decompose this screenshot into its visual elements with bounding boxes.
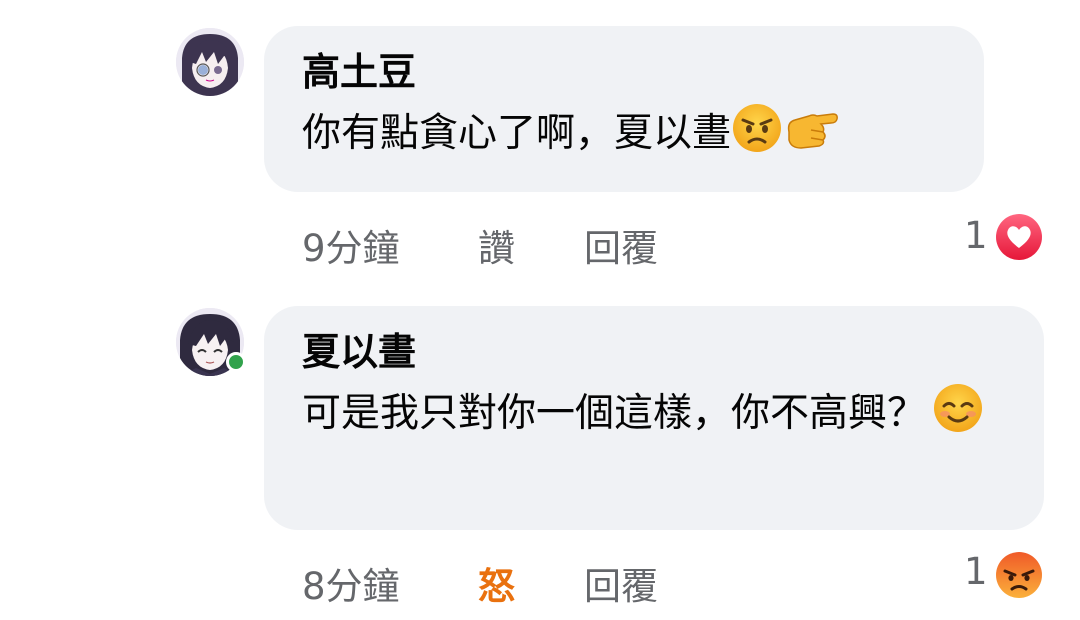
comment: 夏以晝 可是我只對你一個這樣，你不高興？ 8分鐘 怒 回覆 1 bbox=[0, 290, 1080, 620]
reaction-count: 1 bbox=[964, 550, 988, 593]
comment-bubble[interactable]: 夏以晝 可是我只對你一個這樣，你不高興？ bbox=[264, 306, 1044, 530]
comment-text: 你有點貪心了啊，夏以晝 bbox=[302, 102, 944, 165]
pointing-hand-emoji-icon bbox=[783, 102, 839, 154]
like-button[interactable]: 讚 bbox=[478, 218, 515, 272]
avatar-image bbox=[176, 28, 244, 96]
angry-reaction-icon bbox=[994, 550, 1044, 600]
reaction-summary[interactable]: 1 bbox=[964, 214, 1054, 264]
heart-reaction-icon bbox=[994, 212, 1044, 262]
comment-author[interactable]: 夏以晝 bbox=[302, 326, 1004, 378]
reaction-count: 1 bbox=[964, 214, 988, 257]
comment-text-content: 你有點貪心了啊，夏以晝 bbox=[302, 111, 732, 156]
comment-bubble[interactable]: 高土豆 你有點貪心了啊，夏以晝 bbox=[264, 26, 984, 192]
comment-timestamp[interactable]: 9分鐘 bbox=[302, 218, 400, 272]
angry-reaction-button[interactable]: 怒 bbox=[478, 556, 515, 610]
comment-text: 可是我只對你一個這樣，你不高興？ bbox=[302, 382, 1004, 445]
online-status-indicator bbox=[226, 352, 246, 372]
comment-author[interactable]: 高土豆 bbox=[302, 46, 944, 98]
comment-actions: 8分鐘 怒 回覆 bbox=[302, 556, 702, 608]
angry-face-emoji-icon bbox=[731, 102, 783, 154]
comment: 高土豆 你有點貪心了啊，夏以晝 9分鐘 讚 回覆 1 bbox=[0, 0, 1080, 290]
comment-timestamp[interactable]: 8分鐘 bbox=[302, 556, 400, 610]
reaction-summary[interactable]: 1 bbox=[964, 550, 1054, 600]
avatar[interactable] bbox=[176, 28, 244, 96]
comment-text-content: 可是我只對你一個這樣，你不高興？ bbox=[302, 391, 927, 436]
reply-button[interactable]: 回覆 bbox=[584, 556, 658, 610]
reply-button[interactable]: 回覆 bbox=[584, 218, 658, 272]
smiling-face-emoji-icon bbox=[932, 382, 984, 434]
comment-actions: 9分鐘 讚 回覆 bbox=[302, 218, 702, 270]
